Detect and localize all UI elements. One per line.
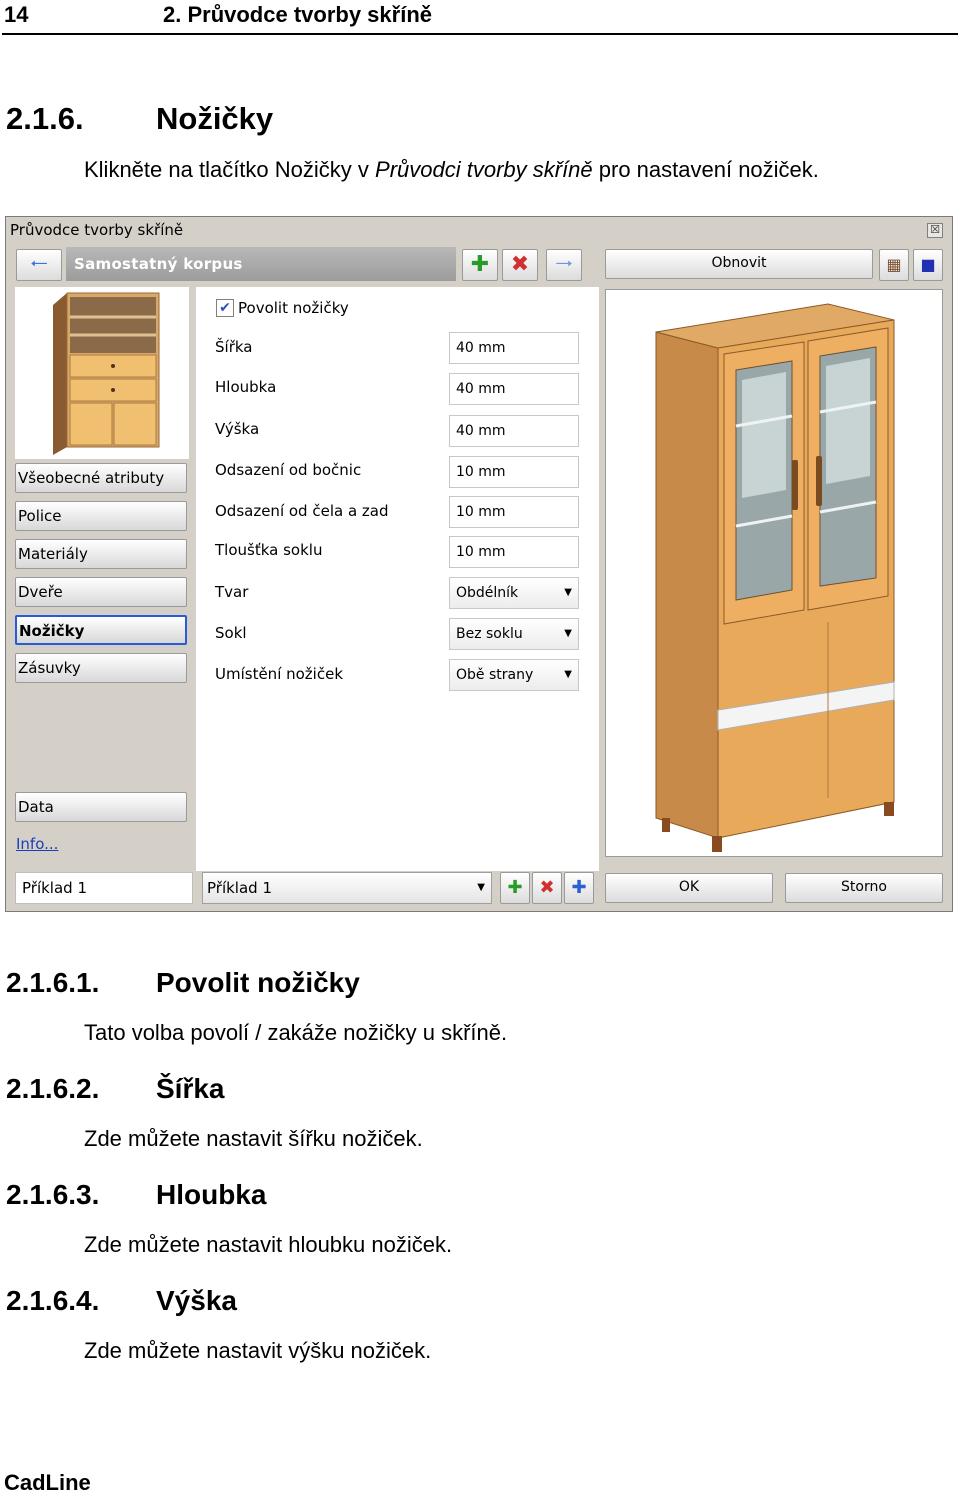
height-input[interactable]: 40 mm — [449, 415, 579, 447]
field-label-plinth: Sokl — [215, 624, 247, 642]
ok-button[interactable]: OK — [605, 873, 773, 903]
3d-view-icon[interactable]: ■ — [913, 249, 943, 281]
cancel-button[interactable]: Storno — [785, 873, 943, 903]
shape-select[interactable]: Obdélník ▼ — [449, 577, 579, 609]
subsection-number: 2.1.6.1. — [6, 967, 100, 998]
field-label-depth: Hloubka — [215, 378, 277, 396]
sidebar-item-doors[interactable]: Dveře — [15, 577, 187, 607]
front-back-offset-input[interactable]: 10 mm — [449, 496, 579, 528]
chevron-down-icon: ▼ — [477, 882, 485, 893]
subsection-title: Šířka — [156, 1073, 225, 1104]
footer-brand: CadLine — [4, 1470, 91, 1495]
add-template-icon[interactable]: ✚ — [500, 872, 530, 904]
placement-select[interactable]: Obě strany ▼ — [449, 659, 579, 691]
info-link[interactable]: Info... — [16, 835, 58, 853]
field-label-shape: Tvar — [215, 583, 249, 601]
save-template-icon[interactable]: ✚ — [564, 872, 594, 904]
add-icon[interactable]: ✚ — [462, 249, 498, 281]
header-rule — [2, 33, 958, 35]
breadcrumb: Samostatný korpus — [66, 247, 456, 281]
section-number: 2.1.6. — [6, 101, 84, 136]
cabinet-view-icon[interactable]: ▦ — [879, 249, 909, 281]
subsection-number: 2.1.6.4. — [6, 1285, 100, 1316]
side-offset-input[interactable]: 10 mm — [449, 456, 579, 488]
width-input[interactable]: 40 mm — [449, 332, 579, 364]
sidebar-item-general[interactable]: Všeobecné atributy — [15, 463, 187, 493]
forward-arrow-icon[interactable]: 🠂 — [546, 249, 582, 281]
enable-label: Povolit nožičky — [238, 299, 349, 317]
data-button[interactable]: Data — [15, 792, 187, 822]
field-label-width: Šířka — [215, 338, 253, 356]
refresh-button[interactable]: Obnovit — [605, 249, 873, 279]
running-header: 2. Průvodce tvorby skříně — [163, 2, 432, 27]
page-number: 14 — [4, 2, 29, 27]
sidebar-item-drawers[interactable]: Zásuvky — [15, 653, 187, 683]
field-label-plinth-thickness: Tloušťka soklu — [215, 541, 323, 559]
field-label-side-offset: Odsazení od bočnic — [215, 461, 362, 479]
subsection-text: Tato volba povolí / zakáže nožičky u skř… — [84, 1020, 508, 1045]
close-icon[interactable]: ☒ — [927, 223, 943, 238]
chevron-down-icon: ▼ — [564, 587, 572, 598]
name-input[interactable]: Příklad 1 — [15, 872, 193, 904]
cabinet-thumbnail — [15, 287, 189, 459]
field-label-height: Výška — [215, 420, 260, 438]
delete-icon[interactable]: ✖ — [502, 249, 538, 281]
plinth-thickness-input[interactable]: 10 mm — [449, 536, 579, 568]
sidebar-item-materials[interactable]: Materiály — [15, 539, 187, 569]
chevron-down-icon: ▼ — [564, 669, 572, 680]
cabinet-preview — [605, 289, 943, 857]
back-arrow-icon[interactable]: 🠀 — [16, 249, 62, 281]
dialog-title: Průvodce tvorby skříně — [10, 221, 184, 239]
template-select[interactable]: Příklad 1 ▼ — [202, 872, 492, 904]
sidebar-item-legs[interactable]: Nožičky — [15, 615, 187, 645]
wizard-dialog: Průvodce tvorby skříně ☒ 🠀 Samostatný ko… — [5, 216, 953, 912]
subsection-text: Zde můžete nastavit hloubku nožiček. — [84, 1232, 453, 1257]
subsection-title: Výška — [156, 1285, 237, 1316]
subsection-title: Povolit nožičky — [156, 967, 360, 998]
subsection-text: Zde můžete nastavit výšku nožiček. — [84, 1338, 432, 1363]
field-label-front-back-offset: Odsazení od čela a zad — [215, 502, 389, 520]
subsection-text: Zde můžete nastavit šířku nožiček. — [84, 1126, 423, 1151]
plinth-select[interactable]: Bez soklu ▼ — [449, 618, 579, 650]
enable-checkbox[interactable]: ✔ — [216, 299, 234, 317]
subsection-number: 2.1.6.3. — [6, 1179, 100, 1210]
section-title: Nožičky — [156, 101, 274, 136]
field-label-placement: Umístění nožiček — [215, 665, 344, 683]
delete-template-icon[interactable]: ✖ — [532, 872, 562, 904]
subsection-title: Hloubka — [156, 1179, 267, 1210]
depth-input[interactable]: 40 mm — [449, 373, 579, 405]
sidebar-item-shelves[interactable]: Police — [15, 501, 187, 531]
chevron-down-icon: ▼ — [564, 628, 572, 639]
section-intro: Klikněte na tlačítko Nožičky v Průvodci … — [84, 157, 819, 182]
subsection-number: 2.1.6.2. — [6, 1073, 100, 1104]
